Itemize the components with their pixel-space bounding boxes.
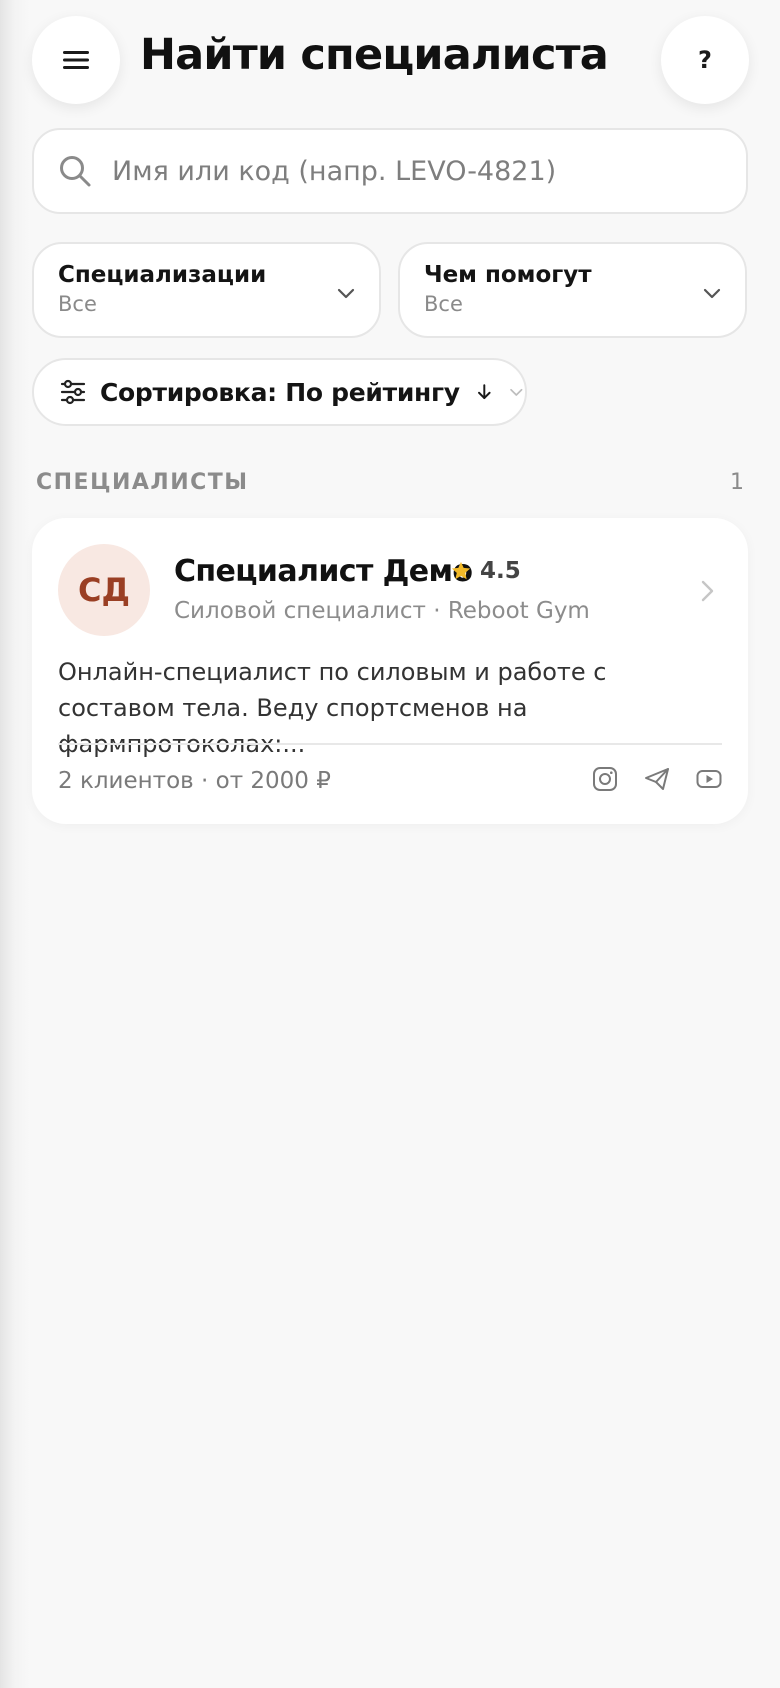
youtube-icon[interactable] <box>696 766 722 792</box>
section-title: СПЕЦИАЛИСТЫ <box>36 470 249 495</box>
filter-help-topics[interactable]: Чем помогут Все <box>398 242 747 338</box>
chevron-right-icon <box>701 580 714 602</box>
chevron-down-icon <box>703 288 721 299</box>
chevron-down-icon <box>337 288 355 299</box>
specialist-name: Специалист Демо <box>174 554 473 589</box>
filter-value: Все <box>424 292 463 316</box>
help-button[interactable]: ? <box>661 16 749 104</box>
sort-selector[interactable]: Сортировка: По рейтингу <box>32 358 527 426</box>
section-count: 1 <box>730 470 744 495</box>
search-icon <box>60 156 91 187</box>
specialist-description: Онлайн-специалист по силовым и работе с … <box>58 658 607 758</box>
menu-button[interactable] <box>32 16 120 104</box>
divider <box>58 743 722 745</box>
arrow-down-icon[interactable] <box>476 380 493 404</box>
menu-icon <box>63 51 89 69</box>
filter-label: Специализации <box>58 262 267 288</box>
rating-value: 4.5 <box>480 558 521 584</box>
star-icon <box>451 561 471 580</box>
rating: 4.5 <box>450 558 521 584</box>
search-input[interactable] <box>112 155 712 187</box>
filter-label: Чем помогут <box>424 262 592 288</box>
telegram-icon[interactable] <box>644 766 670 792</box>
specialist-subtitle: Силовой специалист · Reboot Gym <box>174 598 590 624</box>
sliders-icon <box>60 379 86 405</box>
filter-specializations[interactable]: Специализации Все <box>32 242 381 338</box>
specialist-card[interactable]: СД Специалист Демо 4.5 Силовой специалис… <box>32 518 748 824</box>
filter-value: Все <box>58 292 97 316</box>
page: Найти специалиста ? Специализации Все Че… <box>0 0 780 1688</box>
search-bar[interactable] <box>32 128 748 214</box>
instagram-icon[interactable] <box>592 766 618 792</box>
chevron-down-icon <box>510 388 523 396</box>
sort-label: Сортировка: По рейтингу <box>100 377 460 407</box>
page-title: Найти специалиста <box>140 30 609 80</box>
avatar: СД <box>58 544 150 636</box>
social-links <box>592 766 722 792</box>
specialist-meta: 2 клиентов · от 2000 ₽ <box>58 768 331 794</box>
